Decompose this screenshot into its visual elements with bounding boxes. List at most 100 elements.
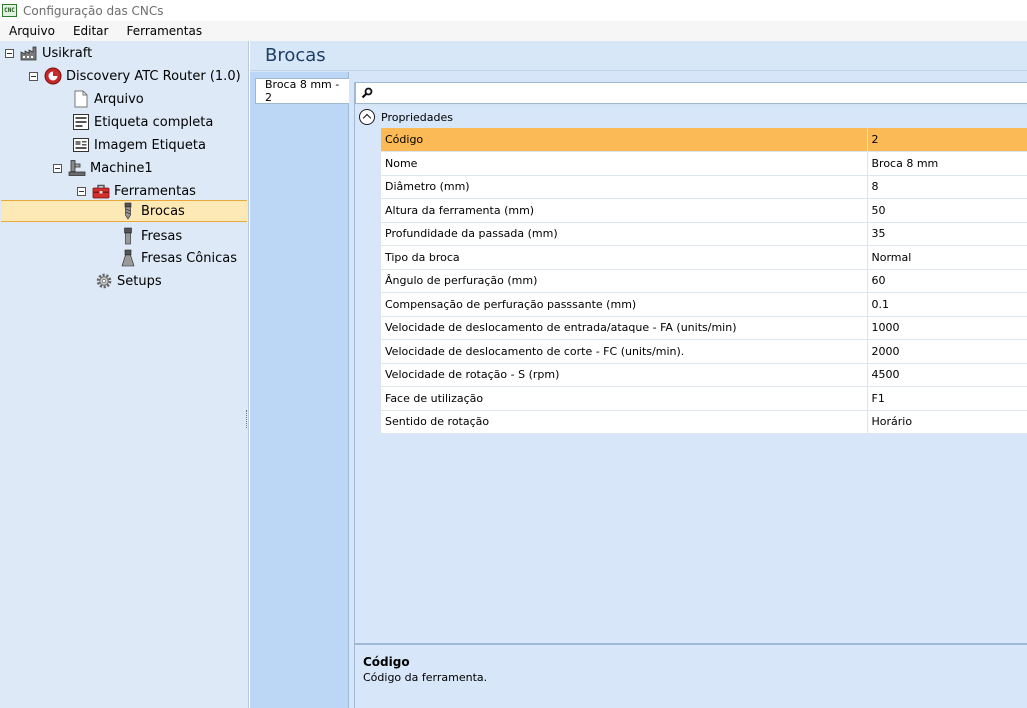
window-title: Configuração das CNCs [23, 3, 164, 18]
property-value[interactable]: 0.1 [867, 292, 1027, 317]
item-tab-strip: Broca 8 mm - 2 ▲▼ [250, 72, 349, 708]
tree-node-discovery-atc-router[interactable]: Discovery ATC Router (1.0) [29, 65, 241, 87]
property-value[interactable]: 35 [867, 222, 1027, 246]
collapse-toggle-icon[interactable] [53, 163, 62, 173]
property-value[interactable]: Normal [867, 245, 1027, 270]
property-value[interactable]: 4500 [867, 363, 1027, 387]
description-title: Código [363, 655, 410, 669]
property-value[interactable]: 2000 [867, 339, 1027, 364]
toolbox-icon [92, 184, 110, 199]
menu-bar: Arquivo Editar Ferramentas [0, 21, 1027, 41]
tree-label: Etiqueta completa [94, 114, 214, 130]
property-name: Face de utilização [381, 386, 868, 411]
tree-label: Fresas [141, 228, 183, 244]
collapse-toggle-icon[interactable] [5, 48, 14, 58]
tree-node-usikraft[interactable]: Usikraft [5, 42, 92, 64]
property-name: Velocidade de deslocamento de corte - FC… [381, 339, 868, 364]
tree-label: Machine1 [90, 160, 153, 176]
menu-editar[interactable]: Editar [64, 21, 118, 41]
property-value[interactable]: 50 [867, 198, 1027, 223]
property-name: Velocidade de deslocamento de entrada/at… [381, 316, 868, 340]
property-value[interactable]: F1 [867, 386, 1027, 411]
section-title: Brocas [265, 45, 326, 66]
tree-label: Discovery ATC Router (1.0) [66, 68, 241, 84]
property-table: Código 2 Nome Broca 8 mm Diâmetro (mm) 8… [381, 128, 1027, 434]
category-header[interactable]: Propriedades [355, 106, 1027, 128]
property-description-panel: Código Código da ferramenta. [355, 644, 1027, 708]
property-value[interactable]: 1000 [867, 316, 1027, 340]
property-value[interactable]: 60 [867, 269, 1027, 293]
label-sheet-icon [73, 114, 89, 130]
property-grid-gutter [355, 128, 381, 434]
search-icon [361, 87, 373, 99]
property-search-input[interactable] [379, 84, 1027, 102]
property-row-profundidade[interactable]: Profundidade da passada (mm) 35 [381, 222, 1027, 246]
property-name: Nome [381, 151, 868, 176]
title-bar: CNC Configuração das CNCs [0, 0, 1027, 21]
property-row-velocidade-rotacao[interactable]: Velocidade de rotação - S (rpm) 4500 [381, 363, 1027, 387]
tree-node-imagem-etiqueta[interactable]: Imagem Etiqueta [72, 134, 206, 156]
tree-node-setups[interactable]: Setups [95, 270, 162, 292]
tree-label: Ferramentas [114, 183, 196, 199]
property-row-diametro[interactable]: Diâmetro (mm) 8 [381, 175, 1027, 199]
tree-node-arquivo[interactable]: Arquivo [72, 88, 144, 110]
tab-broca-8mm[interactable]: Broca 8 mm - 2 [255, 78, 349, 104]
property-row-velocidade-entrada[interactable]: Velocidade de deslocamento de entrada/at… [381, 316, 1027, 340]
menu-ferramentas[interactable]: Ferramentas [117, 21, 211, 41]
property-name: Tipo da broca [381, 245, 868, 270]
gear-icon [96, 273, 112, 289]
property-name: Profundidade da passada (mm) [381, 222, 868, 246]
tree-label: Imagem Etiqueta [94, 137, 206, 153]
collapse-toggle-icon[interactable] [29, 71, 38, 81]
property-name: Diâmetro (mm) [381, 175, 868, 199]
factory-icon [20, 46, 37, 61]
tree-label: Usikraft [42, 45, 93, 61]
property-row-sentido-rotacao[interactable]: Sentido de rotação Horário [381, 410, 1027, 434]
property-row-compensacao[interactable]: Compensação de perfuração passsante (mm)… [381, 292, 1027, 317]
property-value[interactable]: 2 [867, 128, 1027, 152]
end-mill-icon [124, 227, 132, 245]
property-value[interactable]: Broca 8 mm [867, 151, 1027, 176]
tree-label: Fresas Cônicas [141, 250, 238, 266]
property-row-angulo[interactable]: Ângulo de perfuração (mm) 60 [381, 269, 1027, 293]
property-search-bar [355, 82, 1027, 104]
tree-node-etiqueta-completa[interactable]: Etiqueta completa [72, 111, 213, 133]
property-grid: Propriedades Código 2 Nome Broca 8 mm Di… [355, 106, 1027, 644]
cnc-app-icon: CNC [2, 4, 17, 17]
conical-mill-icon [121, 249, 135, 267]
property-panel: Propriedades Código 2 Nome Broca 8 mm Di… [354, 82, 1027, 708]
drill-bit-icon [124, 202, 132, 220]
property-name: Velocidade de rotação - S (rpm) [381, 363, 868, 387]
panel-splitter-handle[interactable] [246, 410, 248, 428]
property-row-altura[interactable]: Altura da ferramenta (mm) 50 [381, 198, 1027, 223]
property-name: Ângulo de perfuração (mm) [381, 269, 868, 293]
property-row-face-utilizacao[interactable]: Face de utilização F1 [381, 386, 1027, 411]
property-name: Compensação de perfuração passsante (mm) [381, 292, 868, 317]
property-row-velocidade-corte[interactable]: Velocidade de deslocamento de corte - FC… [381, 339, 1027, 364]
tree-label: Brocas [141, 203, 185, 219]
menu-arquivo[interactable]: Arquivo [0, 21, 64, 41]
property-name: Altura da ferramenta (mm) [381, 198, 868, 223]
collapse-category-icon[interactable] [359, 109, 375, 125]
property-row-nome[interactable]: Nome Broca 8 mm [381, 151, 1027, 176]
tree-node-fresas-conicas[interactable]: Fresas Cônicas [119, 247, 237, 269]
label-image-icon [73, 138, 89, 152]
navigation-tree: Usikraft Discovery ATC Router (1.0) Arqu… [0, 41, 249, 708]
tab-label: Broca 8 mm - 2 [265, 78, 340, 104]
property-name: Sentido de rotação [381, 410, 868, 434]
property-row-tipo-broca[interactable]: Tipo da broca Normal [381, 245, 1027, 270]
tree-node-ferramentas[interactable]: Ferramentas [77, 180, 196, 202]
collapse-toggle-icon[interactable] [77, 186, 86, 196]
machine-logo-icon [44, 67, 62, 85]
property-value[interactable]: Horário [867, 410, 1027, 434]
section-header: Brocas [250, 41, 1027, 71]
tree-node-machine1[interactable]: Machine1 [53, 157, 153, 179]
property-value[interactable]: 8 [867, 175, 1027, 199]
property-row-codigo[interactable]: Código 2 [381, 128, 1027, 152]
main-content-area: Brocas Broca 8 mm - 2 ▲▼ Propriedades [250, 41, 1027, 708]
category-label: Propriedades [381, 110, 453, 124]
tree-node-fresas[interactable]: Fresas [119, 225, 182, 247]
tree-node-brocas[interactable]: Brocas [1, 200, 247, 222]
tree-label: Arquivo [94, 91, 144, 107]
document-icon [74, 90, 88, 108]
